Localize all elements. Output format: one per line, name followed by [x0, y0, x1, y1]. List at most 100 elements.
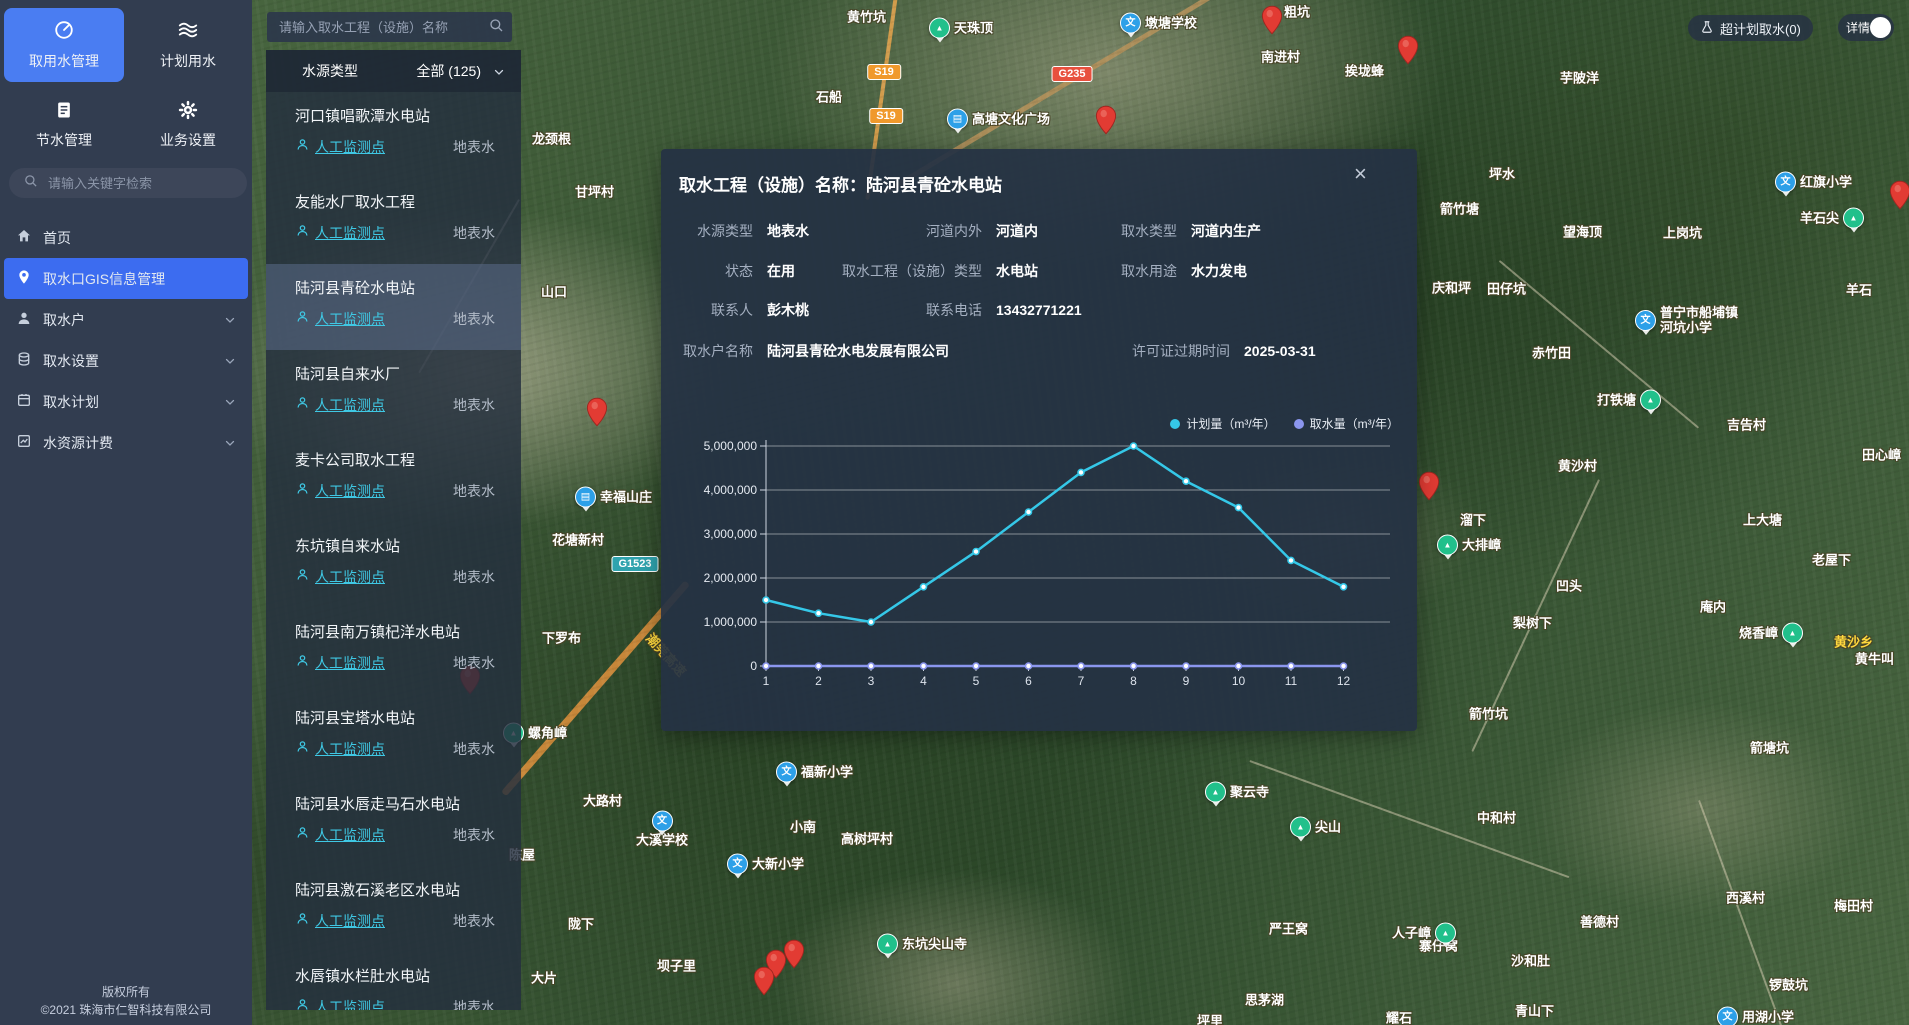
station-name: 友能水厂取水工程	[295, 191, 521, 212]
map-pin[interactable]	[1397, 35, 1419, 70]
module-water-saving-mgmt[interactable]: 节水管理	[4, 88, 124, 162]
station-list-item[interactable]: 陆河县宝塔水电站 人工监测点 地表水	[266, 694, 521, 780]
sidebar-search[interactable]	[9, 168, 247, 198]
map-label-text: 凹头	[1556, 579, 1582, 594]
station-search[interactable]	[267, 12, 512, 42]
station-list-item[interactable]: 陆河县南万镇杞洋水电站 人工监测点 地表水	[266, 608, 521, 694]
map-label-text: 高塘文化广场	[972, 112, 1050, 127]
station-name: 麦卡公司取水工程	[295, 449, 521, 470]
monitor-point-link[interactable]: 人工监测点	[315, 567, 385, 587]
map-label-text: 箭竹塘	[1440, 202, 1479, 217]
sidebar-item-label: 取水口GIS信息管理	[43, 269, 165, 289]
monitor-point-link[interactable]: 人工监测点	[315, 739, 385, 759]
sidebar-item-intake-plan[interactable]: 取水计划	[4, 381, 248, 422]
legend-item[interactable]: 取水量（m³/年）	[1294, 415, 1399, 432]
map-pin[interactable]	[1889, 180, 1909, 215]
station-list-item[interactable]: 陆河县激石溪老区水电站 人工监测点 地表水	[266, 866, 521, 952]
chevron-down-icon	[224, 395, 236, 411]
monitor-point-link[interactable]: 人工监测点	[315, 653, 385, 673]
map-label: ▲尖山	[1290, 817, 1341, 838]
station-list-panel: 水源类型 全部 (125) 河口镇唱歌潭水电站 人工监测点 地表水友能水厂取水工…	[266, 50, 521, 1010]
y-axis-tick: 0	[677, 659, 757, 673]
sidebar-search-input[interactable]	[46, 175, 230, 192]
map-label-text: 高树坪村	[841, 832, 893, 847]
module-label: 计划用水	[160, 51, 216, 71]
monitor-point-link[interactable]: 人工监测点	[315, 481, 385, 501]
map-pin[interactable]	[753, 966, 775, 1001]
map-label-text: 陇下	[568, 917, 594, 932]
sidebar-item-intake-settings[interactable]: 取水设置	[4, 340, 248, 381]
map-pin[interactable]	[1261, 5, 1283, 40]
map-pin[interactable]	[1095, 105, 1117, 140]
map-label-text: 上大塘	[1743, 513, 1782, 528]
map-pin[interactable]	[1418, 471, 1440, 506]
station-list-item[interactable]: 陆河县青砼水电站 人工监测点 地表水	[266, 264, 521, 350]
search-icon[interactable]	[488, 17, 504, 38]
map-label-text: 箭塘坑	[1750, 741, 1789, 756]
sidebar-item-home[interactable]: 首页	[4, 217, 248, 258]
x-axis-tick: 7	[1078, 674, 1085, 688]
map-label: 耀石	[1386, 1011, 1412, 1025]
station-list-item[interactable]: 陆河县水唇走马石水电站 人工监测点 地表水	[266, 780, 521, 866]
monitor-point-link[interactable]: 人工监测点	[315, 395, 385, 415]
detail-field: 取水用途 水力发电	[661, 261, 1247, 281]
over-plan-intake-badge[interactable]: 超计划取水(0)	[1688, 15, 1813, 41]
station-list-item[interactable]: 水唇镇水栏肚水电站 人工监测点 地表水	[266, 952, 521, 1010]
module-planned-water-use[interactable]: 计划用水	[128, 8, 248, 82]
map-label: ▤高塘文化广场	[947, 109, 1050, 130]
map-pin[interactable]	[586, 397, 608, 432]
map-label-text: 坝子里	[657, 959, 696, 974]
map-label: 文用湖小学	[1717, 1007, 1794, 1025]
monitor-point-link[interactable]: 人工监测点	[315, 223, 385, 243]
school-poi-icon: 文	[652, 811, 673, 832]
map-label: 望海顶	[1563, 225, 1602, 240]
map-label-text: 幸福山庄	[600, 490, 652, 505]
sidebar-item-water-billing[interactable]: 水资源计费	[4, 422, 248, 463]
station-search-input[interactable]	[277, 19, 488, 36]
x-axis-tick: 10	[1232, 674, 1245, 688]
close-icon[interactable]: ×	[1354, 163, 1367, 185]
station-list-item[interactable]: 东坑镇自来水站 人工监测点 地表水	[266, 522, 521, 608]
station-list-item[interactable]: 麦卡公司取水工程 人工监测点 地表水	[266, 436, 521, 522]
map-label-text: 老屋下	[1812, 553, 1851, 568]
map-label-text: 大路村	[583, 794, 622, 809]
sidebar-item-water-users[interactable]: 取水户	[4, 299, 248, 340]
mountain-poi-icon: ▲	[929, 18, 950, 39]
legend-item[interactable]: 计划量（m³/年）	[1170, 415, 1275, 432]
x-axis-tick: 11	[1285, 674, 1297, 688]
monitor-point-link[interactable]: 人工监测点	[315, 309, 385, 329]
station-list-item[interactable]: 陆河县自来水厂 人工监测点 地表水	[266, 350, 521, 436]
copyright: 版权所有 ©2021 珠海市仁智科技有限公司	[0, 983, 252, 1019]
x-axis-tick: 4	[920, 674, 927, 688]
field-label: 取水用途	[661, 261, 1177, 281]
person-icon	[295, 997, 310, 1010]
module-business-settings[interactable]: 业务设置	[128, 88, 248, 162]
map-label-text: 芋陂洋	[1560, 71, 1599, 86]
station-list[interactable]: 河口镇唱歌潭水电站 人工监测点 地表水友能水厂取水工程 人工监测点 地表水陆河县…	[266, 92, 521, 1010]
mountain-poi-icon: ▲	[1205, 782, 1226, 803]
sidebar-item-gis-info-mgmt[interactable]: 取水口GIS信息管理	[4, 258, 248, 299]
map-label: 上大塘	[1743, 513, 1782, 528]
water-source-type: 地表水	[453, 653, 495, 673]
map-label-text: 羊石尖	[1800, 211, 1839, 226]
map-label: 人子嶂▲	[1392, 923, 1456, 944]
station-list-item[interactable]: 友能水厂取水工程 人工监测点 地表水	[266, 178, 521, 264]
monitor-point-link[interactable]: 人工监测点	[315, 825, 385, 845]
y-axis-tick: 3,000,000	[677, 527, 757, 541]
map-label: ▤幸福山庄	[575, 487, 652, 508]
monitor-point-link[interactable]: 人工监测点	[315, 911, 385, 931]
source-type-filter[interactable]: 水源类型 全部 (125)	[266, 50, 521, 92]
map-label: 溜下	[1460, 513, 1486, 528]
map-label: 挨垅蜂	[1345, 64, 1384, 79]
school-poi-icon: 文	[1635, 310, 1656, 331]
module-water-intake-mgmt[interactable]: 取用水管理	[4, 8, 124, 82]
monitor-point-link[interactable]: 人工监测点	[315, 137, 385, 157]
map-label: 坝子里	[657, 959, 696, 974]
monitor-point-link[interactable]: 人工监测点	[315, 997, 385, 1010]
station-list-item[interactable]: 河口镇唱歌潭水电站 人工监测点 地表水	[266, 92, 521, 178]
water-source-type: 地表水	[453, 911, 495, 931]
map-label-text: 善德村	[1580, 915, 1619, 930]
map-pin[interactable]	[783, 939, 805, 974]
detail-toggle[interactable]: 详情	[1838, 14, 1894, 41]
map-label: 庵内	[1700, 600, 1726, 615]
